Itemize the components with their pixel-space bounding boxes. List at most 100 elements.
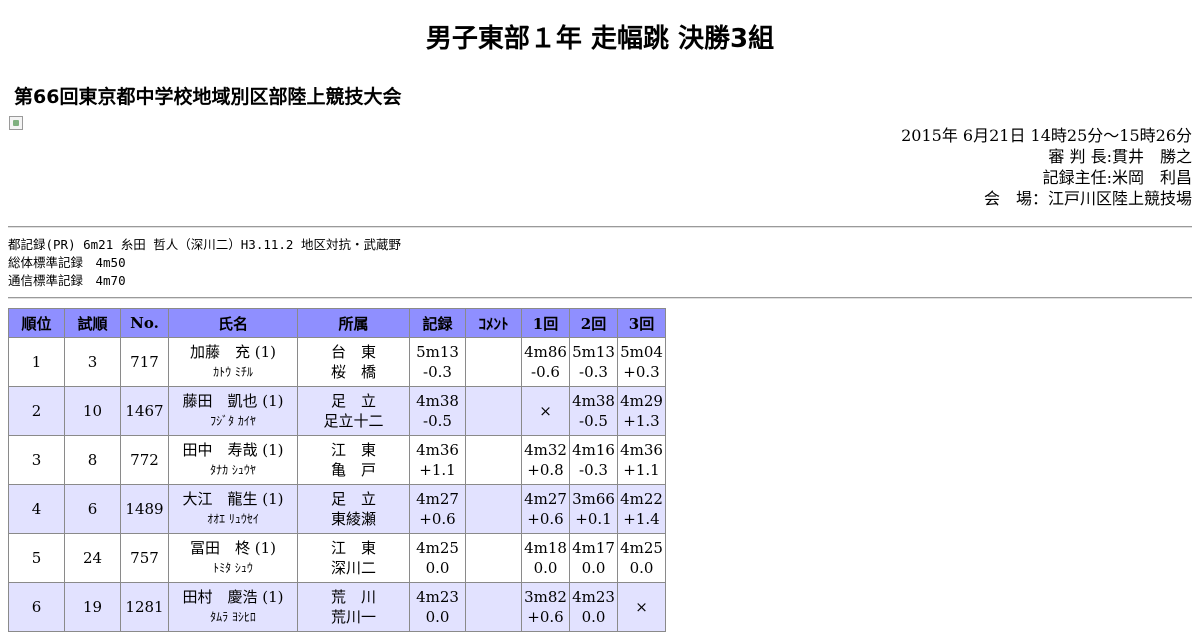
column-header: 記録 <box>409 308 466 338</box>
reference-records: 都記録(PR) 6m21 糸田 哲人（深川二）H3.11.2 地区対抗・武蔵野総… <box>8 236 401 290</box>
attempt-wind: -0.6 <box>531 363 560 381</box>
mark: 4m27 <box>416 490 459 508</box>
meet-name: 第66回東京都中学校地域別区部陸上競技大会 <box>14 86 402 108</box>
order-cell: 24 <box>64 533 121 583</box>
column-header: ｺﾒﾝﾄ <box>465 308 522 338</box>
attempt-mark: 4m16 <box>572 441 615 459</box>
attempt-wind: -0.3 <box>579 363 608 381</box>
rank-cell: 1 <box>8 337 65 387</box>
table-row: 5 24 757 冨田 柊 (1) ﾄﾐﾀ ｼｭｳ 江 東深川二 4m25 0.0 4m18 0.… <box>8 533 666 583</box>
attempt-1-cell: × <box>521 386 570 436</box>
meet-datetime: 2015年 6月21日 14時25分～15時26分 <box>901 126 1192 145</box>
wind: 0.0 <box>425 559 450 577</box>
school: 荒川一 <box>330 608 376 626</box>
mark-cell: 4m25 0.0 <box>409 533 466 583</box>
athlete-name: 田村 慶浩 (1) <box>182 588 284 606</box>
athlete-name: 冨田 柊 (1) <box>189 539 277 557</box>
table-row: 4 6 1489 大江 龍生 (1) ｵｵｴ ﾘｭｳｾｲ足 立東綾瀬 4m27 +0.6 4m… <box>8 484 666 534</box>
attempt-mark: 4m23 <box>572 588 615 606</box>
affiliation-cell: 台 東桜 橋 <box>297 337 410 387</box>
column-header: 3回 <box>617 308 666 338</box>
mark: 4m38 <box>416 392 459 410</box>
name-cell: 冨田 柊 (1) ﾄﾐﾀ ｼｭｳ <box>168 533 298 583</box>
attempt-3-cell: 4m25 0.0 <box>617 533 666 583</box>
attempt-wind: 0.0 <box>581 559 606 577</box>
name-cell: 藤田 凱也 (1) ﾌｼﾞﾀ ｶｲﾔ <box>168 386 298 436</box>
attempt-mark: 4m38 <box>572 392 615 410</box>
attempt-mark: 4m22 <box>620 490 663 508</box>
affiliation-cell: 江 東亀 戸 <box>297 435 410 485</box>
school: 東綾瀬 <box>330 510 376 528</box>
attempt-wind: +1.4 <box>623 510 660 528</box>
attempt-mark: 4m86 <box>524 343 567 361</box>
athlete-kana: ｶﾄｳ ﾐﾁﾙ <box>213 365 253 379</box>
attempt-3-cell: 4m36 +1.1 <box>617 435 666 485</box>
referee: 審 判 長:貫井 勝之 <box>1048 147 1192 166</box>
bib-cell: 1281 <box>120 582 169 632</box>
affiliation-cell: 足 立東綾瀬 <box>297 484 410 534</box>
attempt-mark: 4m27 <box>524 490 567 508</box>
recorder: 記録主任:米岡 利昌 <box>1042 168 1192 187</box>
ward: 足 立 <box>330 392 376 410</box>
attempt-3-cell: 5m04 +0.3 <box>617 337 666 387</box>
athlete-kana: ｵｵｴ ﾘｭｳｾｲ <box>207 512 259 526</box>
attempt-2-cell: 4m17 0.0 <box>569 533 618 583</box>
attempt-wind: 0.0 <box>533 559 558 577</box>
attempt-2-cell: 4m38 -0.5 <box>569 386 618 436</box>
attempt-wind: +1.1 <box>623 461 660 479</box>
meet-info: 2015年 6月21日 14時25分～15時26分 審 判 長:貫井 勝之 記録… <box>901 125 1192 209</box>
attempt-wind: +0.8 <box>527 461 564 479</box>
wind: +1.1 <box>419 461 456 479</box>
table-row: 6 19 1281 田村 慶浩 (1) ﾀﾑﾗ ﾖｼﾋﾛ 荒 川荒川一 4m23 0.0 3m8… <box>8 582 666 632</box>
attempt-wind: +1.3 <box>623 412 660 430</box>
ward: 荒 川 <box>330 588 376 606</box>
record-line: 都記録(PR) 6m21 糸田 哲人（深川二）H3.11.2 地区対抗・武蔵野 <box>8 237 401 252</box>
rank-cell: 3 <box>8 435 65 485</box>
mark: 5m13 <box>416 343 459 361</box>
athlete-name: 藤田 凱也 (1) <box>182 392 284 410</box>
attempt-wind: -0.3 <box>579 461 608 479</box>
table-header-row: 順位 試順 No. 氏名 所属 記録 ｺﾒﾝﾄ 1回 2回 3回 <box>8 308 666 338</box>
mark-cell: 4m23 0.0 <box>409 582 466 632</box>
divider <box>8 297 1192 299</box>
attempt-mark: 4m29 <box>620 392 663 410</box>
attempt-mark: × <box>539 402 552 420</box>
broken-image-icon <box>9 116 23 130</box>
record-line: 通信標準記録 4m70 <box>8 273 126 288</box>
name-cell: 加藤 充 (1) ｶﾄｳ ﾐﾁﾙ <box>168 337 298 387</box>
name-cell: 田中 寿哉 (1) ﾀﾅｶ ｼｭｳﾔ <box>168 435 298 485</box>
attempt-3-cell: 4m22 +1.4 <box>617 484 666 534</box>
name-cell: 大江 龍生 (1) ｵｵｴ ﾘｭｳｾｲ <box>168 484 298 534</box>
rank-cell: 5 <box>8 533 65 583</box>
ward: 台 東 <box>330 343 376 361</box>
athlete-kana: ﾀﾅｶ ｼｭｳﾔ <box>210 463 256 477</box>
attempt-mark: 4m25 <box>620 539 663 557</box>
attempt-2-cell: 4m23 0.0 <box>569 582 618 632</box>
attempt-1-cell: 4m32 +0.8 <box>521 435 570 485</box>
attempt-1-cell: 4m18 0.0 <box>521 533 570 583</box>
attempt-1-cell: 4m27 +0.6 <box>521 484 570 534</box>
attempt-1-cell: 4m86 -0.6 <box>521 337 570 387</box>
order-cell: 6 <box>64 484 121 534</box>
table-row: 3 8 772 田中 寿哉 (1) ﾀﾅｶ ｼｭｳﾔ 江 東亀 戸 4m36 +1.1 4m32… <box>8 435 666 485</box>
column-header: 氏名 <box>168 308 298 338</box>
order-cell: 10 <box>64 386 121 436</box>
order-cell: 19 <box>64 582 121 632</box>
mark-cell: 5m13 -0.3 <box>409 337 466 387</box>
name-cell: 田村 慶浩 (1) ﾀﾑﾗ ﾖｼﾋﾛ <box>168 582 298 632</box>
school: 亀 戸 <box>330 461 376 479</box>
rank-cell: 6 <box>8 582 65 632</box>
mark: 4m23 <box>416 588 459 606</box>
attempt-mark: 5m04 <box>620 343 663 361</box>
table-row: 1 3 717 加藤 充 (1) ｶﾄｳ ﾐﾁﾙ 台 東桜 橋 5m13 -0.3 4m86 -0… <box>8 337 666 387</box>
athlete-kana: ﾀﾑﾗ ﾖｼﾋﾛ <box>210 610 256 624</box>
comment-cell <box>465 582 522 632</box>
rank-cell: 2 <box>8 386 65 436</box>
athlete-kana: ﾄﾐﾀ ｼｭｳ <box>213 561 253 575</box>
attempt-3-cell: × <box>617 582 666 632</box>
bib-cell: 772 <box>120 435 169 485</box>
attempt-3-cell: 4m29 +1.3 <box>617 386 666 436</box>
wind: -0.5 <box>423 412 452 430</box>
attempt-2-cell: 5m13 -0.3 <box>569 337 618 387</box>
affiliation-cell: 足 立足立十二 <box>297 386 410 436</box>
